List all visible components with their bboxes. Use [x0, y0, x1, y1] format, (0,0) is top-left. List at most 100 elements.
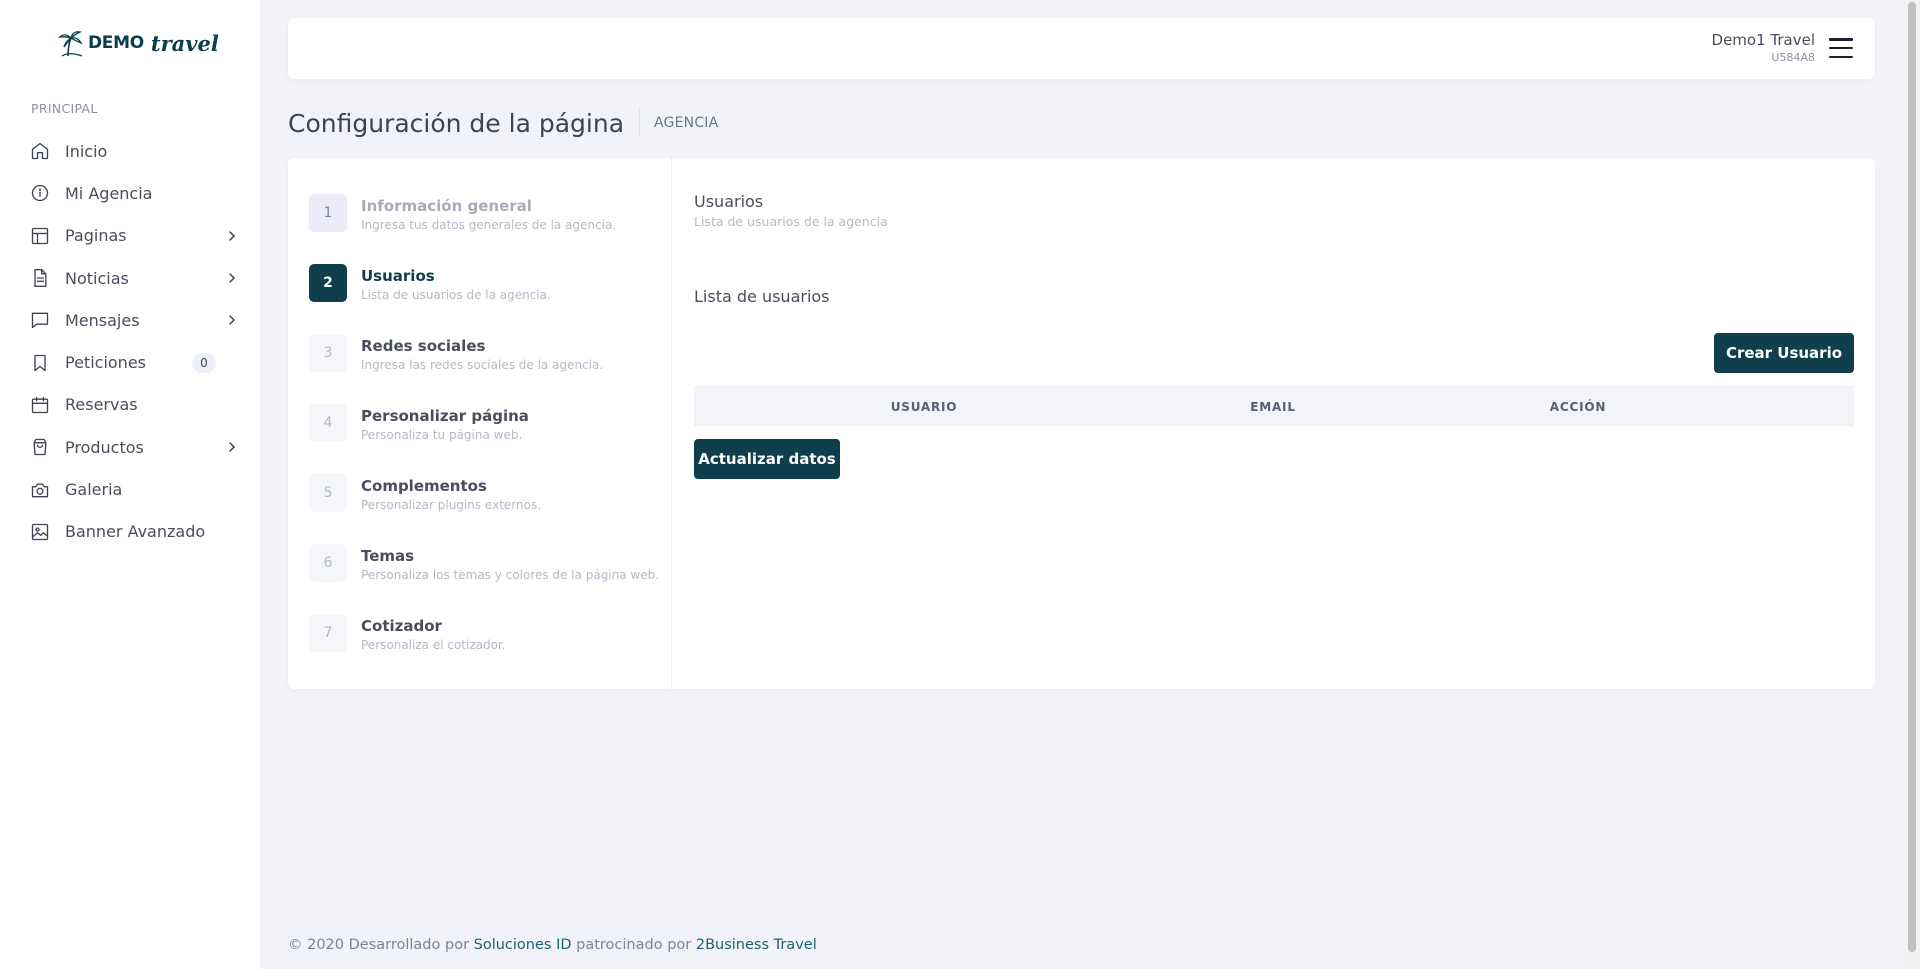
- step-number: 6: [309, 544, 347, 582]
- sidebar-item-reservas[interactable]: Reservas: [0, 384, 260, 426]
- step-title: Información general: [361, 197, 532, 215]
- users-table-header: USUARIO EMAIL ACCIÓN: [694, 386, 1854, 426]
- sidebar: DEMO travel PRINCIPAL Inicio Mi Agencia …: [0, 0, 260, 969]
- step-title: Personalizar página: [361, 407, 529, 425]
- step-informacion-general[interactable]: 1 Información general Ingresa tus datos …: [309, 194, 659, 234]
- step-text: Personalizar página Personaliza tu págin…: [361, 407, 529, 442]
- step-title: Redes sociales: [361, 337, 486, 355]
- column-header-usuario[interactable]: USUARIO: [891, 387, 958, 427]
- step-text: Cotizador Personaliza el cotizador.: [361, 617, 506, 652]
- sidebar-item-label: Peticiones: [65, 353, 146, 373]
- bookmark-icon: [34, 354, 46, 371]
- step-title: Cotizador: [361, 617, 442, 635]
- update-data-button[interactable]: Actualizar datos: [694, 439, 840, 479]
- footer-prefix: © 2020 Desarrollado por: [288, 937, 470, 953]
- sidebar-item-peticiones[interactable]: Peticiones 0: [0, 341, 260, 383]
- step-title: Complementos: [361, 477, 487, 495]
- sidebar-item-mi-agencia[interactable]: Mi Agencia: [0, 172, 260, 214]
- calendar-icon: [31, 396, 49, 414]
- brand-logo[interactable]: DEMO travel: [58, 28, 219, 58]
- section-description: Lista de usuarios de la agencia: [694, 214, 888, 229]
- step-number: 1: [309, 194, 347, 232]
- heading-divider: [639, 109, 641, 137]
- step-cotizador[interactable]: 7 Cotizador Personaliza el cotizador.: [309, 614, 659, 654]
- step-text: Redes sociales Ingresa las redes sociale…: [361, 337, 603, 372]
- column-header-email[interactable]: EMAIL: [1250, 387, 1296, 427]
- hamburger-menu-icon[interactable]: [1829, 38, 1853, 58]
- user-name: Demo1 Travel: [1711, 31, 1815, 49]
- user-code: U584A8: [1771, 51, 1815, 64]
- step-title: Temas: [361, 547, 415, 565]
- step-complementos[interactable]: 5 Complementos Personalizar plugins exte…: [309, 474, 659, 514]
- shopping-bag-icon: [33, 439, 47, 456]
- sidebar-item-label: Productos: [65, 437, 144, 457]
- image-icon: [31, 523, 49, 540]
- step-number: 3: [309, 334, 347, 372]
- sidebar-item-inicio[interactable]: Inicio: [0, 130, 260, 172]
- step-text: Complementos Personalizar plugins extern…: [361, 477, 541, 512]
- step-description: Ingresa tus datos generales de la agenci…: [361, 218, 617, 232]
- message-icon: [31, 312, 49, 329]
- step-text: Información general Ingresa tus datos ge…: [361, 197, 616, 232]
- step-text: Temas Personaliza los temas y colores de…: [361, 547, 659, 582]
- sidebar-item-mensajes[interactable]: Mensajes: [0, 299, 260, 341]
- step-description: Personalizar plugins externos.: [361, 498, 542, 512]
- footer-middle: patrocinado por: [576, 937, 692, 953]
- step-description: Personaliza los temas y colores de la pá…: [361, 568, 660, 582]
- sidebar-item-label: Banner Avanzado: [65, 522, 206, 542]
- sidebar-section-label: PRINCIPAL: [31, 101, 98, 116]
- footer-link-soluciones-id[interactable]: Soluciones ID: [474, 937, 572, 953]
- layout-icon: [31, 227, 49, 244]
- step-usuarios[interactable]: 2 Usuarios Lista de usuarios de la agenc…: [309, 264, 659, 304]
- home-icon: [31, 142, 49, 160]
- sidebar-item-label: Paginas: [65, 226, 127, 246]
- step-redes-sociales[interactable]: 3 Redes sociales Ingresa las redes socia…: [309, 334, 659, 374]
- hamburger-line: [1829, 55, 1853, 58]
- sidebar-item-label: Mensajes: [65, 310, 140, 330]
- step-number: 4: [309, 404, 347, 442]
- create-user-button[interactable]: Crear Usuario: [1714, 333, 1854, 373]
- section-title: Usuarios: [694, 192, 764, 211]
- step-number: 5: [309, 474, 347, 512]
- chevron-right-icon: [229, 273, 236, 283]
- footer: © 2020 Desarrollado por Soluciones ID pa…: [288, 937, 817, 953]
- hamburger-line: [1829, 46, 1853, 50]
- sidebar-item-label: Mi Agencia: [65, 183, 153, 203]
- sidebar-item-label: Galeria: [65, 480, 123, 500]
- sidebar-item-label: Noticias: [65, 268, 129, 288]
- peticiones-count-badge: 0: [192, 352, 216, 373]
- step-description: Personaliza el cotizador.: [361, 638, 506, 652]
- sidebar-item-galeria[interactable]: Galeria: [0, 468, 260, 510]
- users-list-title: Lista de usuarios: [694, 287, 830, 306]
- chevron-right-icon: [229, 230, 236, 241]
- camera-icon: [31, 483, 49, 497]
- column-header-accion[interactable]: ACCIÓN: [1550, 387, 1606, 427]
- step-description: Personaliza tu página web.: [361, 428, 523, 442]
- step-description: Ingresa las redes sociales de la agencia…: [361, 358, 604, 372]
- brand-script: travel: [150, 30, 219, 56]
- step-description: Lista de usuarios de la agencia.: [361, 288, 551, 302]
- sidebar-item-noticias[interactable]: Noticias: [0, 257, 260, 299]
- sidebar-item-banner-avanzado[interactable]: Banner Avanzado: [0, 511, 260, 553]
- sidebar-item-label: Reservas: [65, 395, 138, 415]
- footer-link-2business-travel[interactable]: 2Business Travel: [696, 937, 817, 953]
- wizard-steps: 1 Información general Ingresa tus datos …: [288, 158, 672, 689]
- step-text: Usuarios Lista de usuarios de la agencia…: [361, 267, 551, 302]
- scrollbar-thumb[interactable]: [1908, 2, 1916, 952]
- step-personalizar-pagina[interactable]: 4 Personalizar página Personaliza tu pág…: [309, 404, 659, 444]
- sidebar-item-paginas[interactable]: Paginas: [0, 215, 260, 257]
- sidebar-item-productos[interactable]: Productos: [0, 426, 260, 468]
- palm-tree-icon: [58, 31, 83, 57]
- user-info[interactable]: Demo1 Travel U584A8: [1712, 31, 1815, 64]
- chevron-right-icon: [229, 442, 236, 452]
- vertical-scrollbar[interactable]: [1904, 0, 1920, 969]
- hamburger-line: [1829, 38, 1853, 41]
- chevron-right-icon: [229, 315, 236, 326]
- page-subtitle: AGENCIA: [654, 115, 719, 131]
- info-icon: [31, 185, 49, 202]
- wizard-card: 1 Información general Ingresa tus datos …: [288, 158, 1875, 689]
- sidebar-item-label: Inicio: [65, 141, 108, 161]
- step-temas[interactable]: 6 Temas Personaliza los temas y colores …: [309, 544, 659, 584]
- file-text-icon: [34, 269, 47, 288]
- sidebar-menu: Inicio Mi Agencia Paginas Noticias Mensa…: [0, 130, 260, 553]
